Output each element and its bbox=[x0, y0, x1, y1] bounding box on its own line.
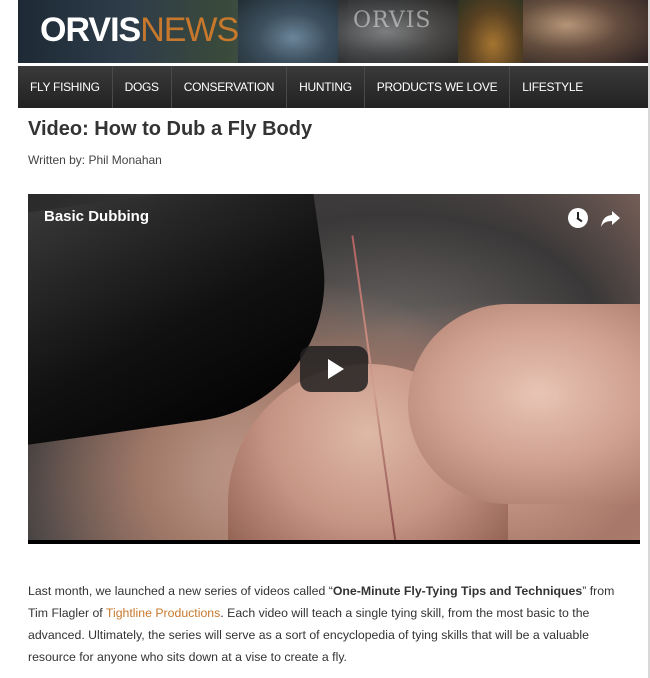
banner-stamp: ORVIS bbox=[353, 8, 432, 33]
logo-section: NEWS bbox=[140, 11, 239, 49]
video-title[interactable]: Basic Dubbing bbox=[44, 208, 149, 225]
share-icon[interactable] bbox=[598, 206, 622, 230]
site-logo[interactable]: ORVISNEWS bbox=[40, 11, 239, 49]
play-icon bbox=[328, 359, 344, 379]
nav-item-dogs[interactable]: DOGS bbox=[113, 66, 172, 108]
main-nav: FLY FISHING DOGS CONSERVATION HUNTING PR… bbox=[18, 66, 648, 108]
nav-item-conservation[interactable]: CONSERVATION bbox=[172, 66, 288, 108]
banner-photo bbox=[238, 0, 348, 63]
article-title: Video: How to Dub a Fly Body bbox=[28, 118, 313, 140]
tightline-productions-link[interactable]: Tightline Productions bbox=[106, 606, 220, 620]
header-banner: ORVIS ORVISNEWS bbox=[18, 0, 648, 63]
nav-item-products-we-love[interactable]: PRODUCTS WE LOVE bbox=[365, 66, 511, 108]
article-byline: Written by: Phil Monahan bbox=[28, 153, 162, 167]
nav-item-hunting[interactable]: HUNTING bbox=[287, 66, 365, 108]
logo-brand: ORVIS bbox=[40, 11, 141, 49]
video-bottom-bar bbox=[28, 540, 640, 544]
article-body-paragraph: Last month, we launched a new series of … bbox=[28, 580, 633, 668]
video-player[interactable]: Basic Dubbing bbox=[28, 194, 640, 544]
nav-item-lifestyle[interactable]: LIFESTYLE bbox=[510, 66, 595, 108]
banner-photo bbox=[523, 0, 648, 63]
clock-icon[interactable] bbox=[568, 208, 588, 228]
nav-item-fly-fishing[interactable]: FLY FISHING bbox=[18, 66, 113, 108]
banner-photo bbox=[458, 0, 528, 63]
play-button[interactable] bbox=[300, 346, 368, 392]
series-name: One-Minute Fly-Tying Tips and Techniques bbox=[332, 584, 583, 598]
video-thumbnail-thumb bbox=[408, 304, 640, 504]
body-text-segment: Last month, we launched a new series of … bbox=[28, 584, 333, 598]
